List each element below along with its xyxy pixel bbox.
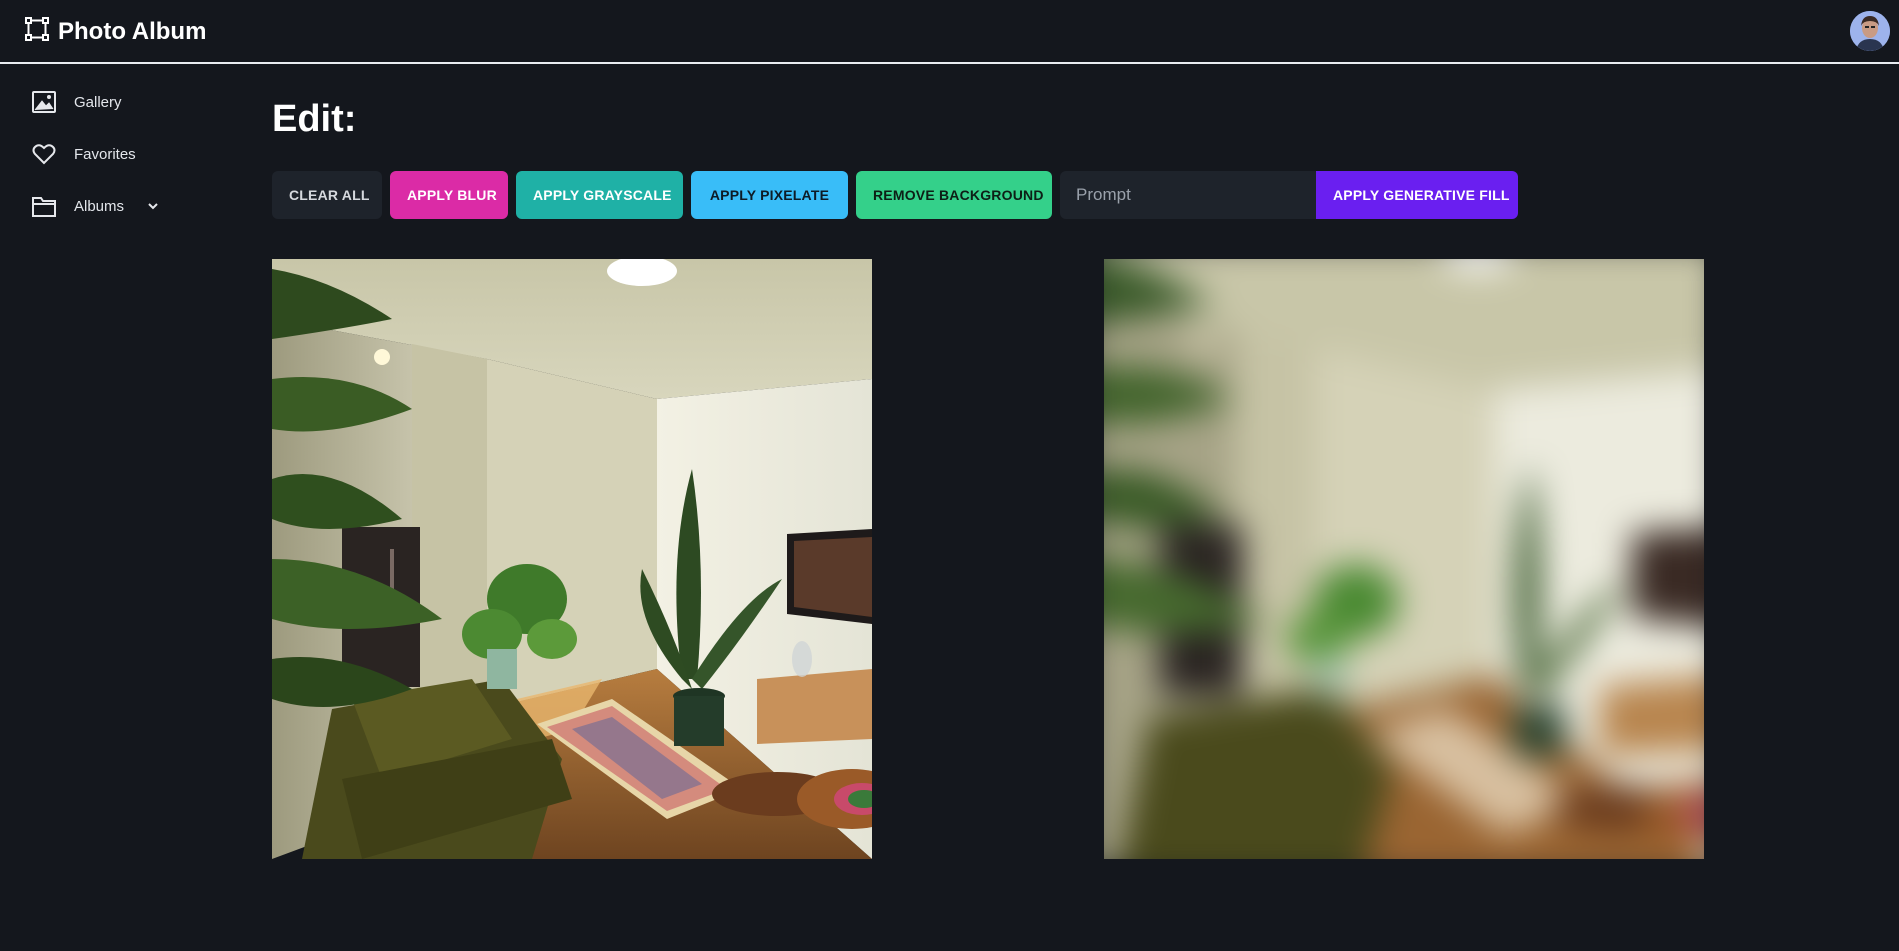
chevron-down-icon[interactable] <box>146 199 160 213</box>
sidebar-item-gallery[interactable]: Gallery <box>30 87 122 117</box>
sidebar-item-label: Gallery <box>74 93 122 111</box>
prompt-input[interactable] <box>1060 171 1316 219</box>
brand[interactable]: Photo Album <box>24 16 206 47</box>
apply-grayscale-button[interactable]: APPLY GRAYSCALE <box>516 171 683 219</box>
original-photo[interactable] <box>272 259 872 859</box>
apply-blur-button[interactable]: APPLY BLUR <box>390 171 508 219</box>
folder-icon <box>30 192 58 220</box>
remove-background-button[interactable]: REMOVE BACKGROUND <box>856 171 1052 219</box>
generative-fill-group: APPLY GENERATIVE FILL <box>1060 171 1518 219</box>
top-bar: Photo Album <box>0 0 1899 64</box>
sidebar-item-albums[interactable]: Albums <box>30 191 160 221</box>
heart-icon <box>30 140 58 168</box>
sidebar-item-label: Favorites <box>74 145 136 163</box>
sidebar-item-label: Albums <box>74 197 125 215</box>
edited-photo[interactable] <box>1104 259 1704 859</box>
sidebar: Gallery Favorites Albums <box>0 66 240 951</box>
crop-frame-icon <box>24 16 50 47</box>
app-title: Photo Album <box>58 17 207 45</box>
image-icon <box>30 88 58 116</box>
clear-all-button[interactable]: CLEAR ALL <box>272 171 382 219</box>
sidebar-item-favorites[interactable]: Favorites <box>30 139 136 169</box>
user-avatar[interactable] <box>1850 11 1890 51</box>
page-title: Edit: <box>272 98 357 140</box>
apply-pixelate-button[interactable]: APPLY PIXELATE <box>691 171 848 219</box>
apply-generative-fill-button[interactable]: APPLY GENERATIVE FILL <box>1316 171 1518 219</box>
edit-toolbar: CLEAR ALL APPLY BLUR APPLY GRAYSCALE APP… <box>272 171 1518 219</box>
